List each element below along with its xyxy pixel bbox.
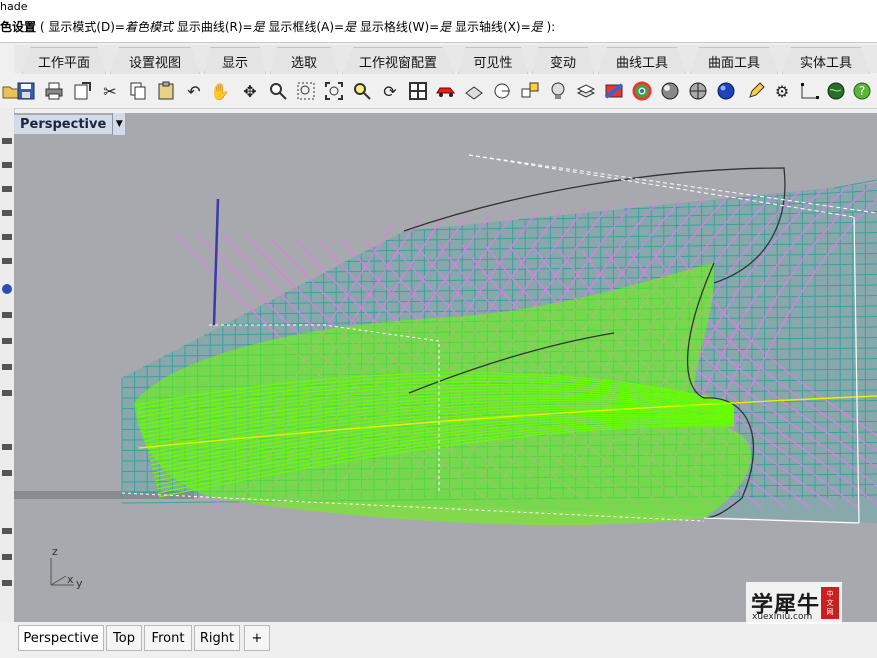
watermark-url: xuexiniu.com bbox=[752, 612, 813, 622]
points-icon[interactable] bbox=[798, 79, 822, 103]
left-tool-icon[interactable] bbox=[2, 138, 12, 144]
left-tool-icon[interactable] bbox=[2, 210, 12, 216]
left-tool-icon[interactable] bbox=[2, 580, 12, 586]
left-toolbar bbox=[0, 108, 15, 622]
help-icon[interactable]: ? bbox=[850, 79, 874, 103]
command-prompt[interactable]: 色设置 ( 显示模式(D)=着色模式 显示曲线(R)=是 显示框线(A)=是 显… bbox=[0, 18, 555, 36]
tab-cplanes[interactable]: 工作平面 bbox=[22, 47, 106, 74]
zoom-window-icon[interactable] bbox=[294, 79, 318, 103]
viewport-menu-arrow-icon[interactable]: ▼ bbox=[112, 113, 126, 135]
globe-icon[interactable] bbox=[714, 79, 738, 103]
left-tool-icon[interactable] bbox=[2, 258, 12, 264]
tab-right[interactable]: Right bbox=[194, 625, 240, 651]
command-prefix: 色设置 bbox=[0, 20, 37, 34]
command-line-1: hade bbox=[0, 0, 28, 13]
tab-select[interactable]: 选取 bbox=[270, 47, 338, 74]
color-wheel-icon[interactable] bbox=[602, 79, 626, 103]
undo-icon[interactable]: ↶ bbox=[182, 79, 206, 103]
layer-icon[interactable] bbox=[574, 79, 598, 103]
left-tool-icon[interactable] bbox=[2, 234, 12, 240]
named-view-icon[interactable] bbox=[462, 79, 486, 103]
left-tool-icon[interactable] bbox=[2, 390, 12, 396]
command-history: hade 色设置 ( 显示模式(D)=着色模式 显示曲线(R)=是 显示框线(A… bbox=[0, 0, 877, 43]
tab-set-view[interactable]: 设置视图 bbox=[110, 47, 200, 74]
viewport-tabs: Perspective Top Front Right + bbox=[14, 624, 877, 658]
left-tool-icon[interactable] bbox=[2, 312, 12, 318]
ribbon-tabs: 工作平面 设置视图 显示 选取 工作视窗配置 可见性 变动 曲线工具 曲面工具 … bbox=[14, 45, 877, 74]
axis-y-label: y bbox=[76, 577, 83, 590]
viewport-name[interactable]: Perspective bbox=[14, 114, 113, 134]
standard-toolbar: ✂ ↶ ✋ ✥ ⟳ ⚙ ? bbox=[0, 74, 877, 109]
left-tool-icon[interactable] bbox=[2, 186, 12, 192]
tab-top[interactable]: Top bbox=[106, 625, 142, 651]
axis-x-label: x bbox=[67, 573, 74, 586]
left-tool-icon[interactable] bbox=[2, 470, 12, 476]
add-tab-button[interactable]: + bbox=[244, 625, 270, 651]
watermark-badge: 中 文 网 bbox=[821, 587, 839, 619]
svg-text:?: ? bbox=[859, 84, 865, 98]
tab-solid-tools[interactable]: 实体工具 bbox=[782, 47, 870, 74]
zoom-selected-icon[interactable] bbox=[350, 79, 374, 103]
lightbulb-icon[interactable] bbox=[546, 79, 570, 103]
object-properties-icon[interactable] bbox=[518, 79, 542, 103]
rotate-camera-icon[interactable]: ⟳ bbox=[378, 79, 402, 103]
car-icon[interactable] bbox=[434, 79, 458, 103]
tab-viewport-layout[interactable]: 工作视窗配置 bbox=[342, 47, 454, 74]
tab-curve-tools[interactable]: 曲线工具 bbox=[598, 47, 686, 74]
four-viewports-icon[interactable] bbox=[406, 79, 430, 103]
tab-display[interactable]: 显示 bbox=[204, 47, 266, 74]
cut-icon[interactable]: ✂ bbox=[98, 79, 122, 103]
left-tool-icon[interactable] bbox=[2, 554, 12, 560]
rendered-sphere-icon[interactable] bbox=[658, 79, 682, 103]
save-icon[interactable] bbox=[14, 79, 38, 103]
tab-front[interactable]: Front bbox=[144, 625, 192, 651]
shaded-sphere-icon[interactable] bbox=[630, 79, 654, 103]
blue-sphere-icon[interactable] bbox=[686, 79, 710, 103]
zoom-extents-icon[interactable] bbox=[322, 79, 346, 103]
option-show-curves[interactable]: 显示曲线(R)= bbox=[173, 20, 253, 34]
option-show-frame[interactable]: 显示框线(A)= bbox=[265, 20, 344, 34]
tab-perspective[interactable]: Perspective bbox=[18, 625, 104, 651]
axis-z-label: z bbox=[52, 545, 58, 558]
help-world-icon[interactable] bbox=[824, 79, 848, 103]
viewport-title[interactable]: Perspective ▼ bbox=[14, 113, 126, 135]
perspective-viewport[interactable]: z x y Perspective ▼ bbox=[14, 113, 877, 622]
pencil-icon[interactable] bbox=[744, 79, 768, 103]
copy-icon[interactable] bbox=[126, 79, 150, 103]
left-tool-icon[interactable] bbox=[2, 364, 12, 370]
circle-target-icon[interactable] bbox=[490, 79, 514, 103]
left-tool-icon[interactable] bbox=[2, 444, 12, 450]
print-icon[interactable] bbox=[42, 79, 66, 103]
option-show-grid[interactable]: 显示格线(W)= bbox=[356, 20, 439, 34]
zoom-icon[interactable] bbox=[266, 79, 290, 103]
left-tool-icon[interactable] bbox=[2, 528, 12, 534]
tab-surface-tools[interactable]: 曲面工具 bbox=[690, 47, 778, 74]
left-tool-icon[interactable] bbox=[2, 338, 12, 344]
tab-transform[interactable]: 变动 bbox=[532, 47, 594, 74]
tab-visibility[interactable]: 可见性 bbox=[458, 47, 528, 74]
rotate-view-icon[interactable]: ✥ bbox=[238, 79, 262, 103]
hull-model-scene: z x y bbox=[14, 154, 877, 590]
left-tool-icon[interactable] bbox=[2, 162, 12, 168]
option-display-mode[interactable]: 显示模式(D)= bbox=[48, 20, 125, 34]
export-icon[interactable] bbox=[70, 79, 94, 103]
option-show-axes[interactable]: 显示轴线(X)= bbox=[451, 20, 531, 34]
sphere-tool-icon[interactable] bbox=[2, 284, 12, 294]
watermark-logo: 学犀牛 xuexiniu.com 中 文 网 bbox=[746, 582, 842, 624]
paste-icon[interactable] bbox=[154, 79, 178, 103]
pan-hand-icon[interactable]: ✋ bbox=[208, 79, 232, 103]
gear-icon[interactable]: ⚙ bbox=[770, 79, 794, 103]
